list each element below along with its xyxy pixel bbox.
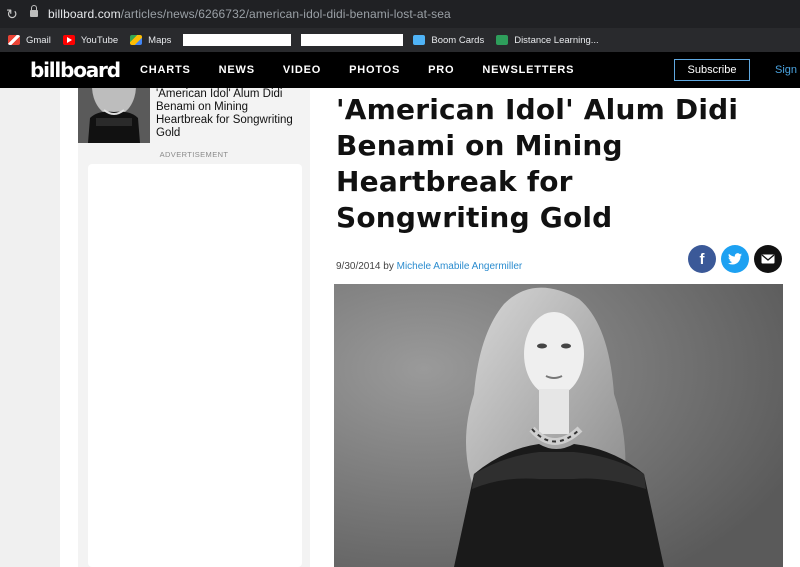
bookmark-youtube[interactable]: YouTube xyxy=(62,35,118,46)
youtube-icon xyxy=(62,35,75,45)
article-page: 'American Idol' Alum Didi Benami on Mini… xyxy=(60,88,800,567)
bookmark-redacted[interactable] xyxy=(183,34,292,46)
billboard-logo[interactable]: billboard xyxy=(30,58,130,82)
sidebar: 'American Idol' Alum Didi Benami on Mini… xyxy=(78,88,310,567)
email-share-button[interactable] xyxy=(754,245,782,273)
facebook-share-button[interactable]: f xyxy=(688,245,716,273)
article-headline: 'American Idol' Alum Didi Benami on Mini… xyxy=(336,93,739,234)
bookmark-gmail[interactable]: Gmail xyxy=(8,35,51,46)
bookmark-redacted[interactable] xyxy=(301,34,404,46)
byline-by: by xyxy=(383,261,394,272)
nav-news[interactable]: NEWS xyxy=(219,64,255,76)
nav-charts[interactable]: CHARTS xyxy=(140,64,191,76)
bookmark-distance-learning[interactable]: Distance Learning... xyxy=(496,35,599,46)
advertisement-label: ADVERTISEMENT xyxy=(159,150,229,159)
byline: 9/30/2014 by Michele Amabile Angermiller xyxy=(336,261,522,272)
site-nav: billboard CHARTS NEWS VIDEO PHOTOS PRO N… xyxy=(0,52,800,88)
signin-link[interactable]: Sign in xyxy=(775,64,800,76)
nav-video[interactable]: VIDEO xyxy=(283,64,321,76)
maps-icon xyxy=(130,35,143,45)
distance-learning-icon xyxy=(496,35,509,45)
email-icon xyxy=(761,254,775,264)
twitter-icon xyxy=(728,253,742,265)
twitter-share-button[interactable] xyxy=(721,245,749,273)
boom-cards-icon xyxy=(413,35,426,45)
related-article-title[interactable]: 'American Idol' Alum Didi Benami on Mini… xyxy=(156,88,306,140)
nav-links: CHARTS NEWS VIDEO PHOTOS PRO NEWSLETTERS xyxy=(140,64,602,76)
advertisement-slot[interactable] xyxy=(88,164,302,567)
facebook-icon: f xyxy=(699,250,705,268)
nav-newsletters[interactable]: NEWSLETTERS xyxy=(482,64,574,76)
nav-photos[interactable]: PHOTOS xyxy=(349,64,400,76)
article-date: 9/30/2014 xyxy=(336,261,381,272)
lock-icon[interactable] xyxy=(30,5,38,19)
subscribe-button[interactable]: Subscribe xyxy=(674,59,750,81)
bookmark-boom-cards[interactable]: Boom Cards xyxy=(413,35,484,46)
reload-icon[interactable]: ↻ xyxy=(2,6,22,23)
related-thumbnail[interactable] xyxy=(78,88,150,143)
bookmarks-bar: Gmail YouTube Maps Boom Cards Distance L… xyxy=(0,28,800,52)
article-hero-image xyxy=(334,284,783,567)
address-field[interactable]: billboard.com/articles/news/6266732/amer… xyxy=(48,7,451,21)
bookmark-maps[interactable]: Maps xyxy=(130,35,171,46)
gmail-icon xyxy=(8,35,20,45)
nav-pro[interactable]: PRO xyxy=(428,64,454,76)
browser-url-bar: ↻ billboard.com/articles/news/6266732/am… xyxy=(0,0,800,28)
author-link[interactable]: Michele Amabile Angermiller xyxy=(397,261,523,272)
